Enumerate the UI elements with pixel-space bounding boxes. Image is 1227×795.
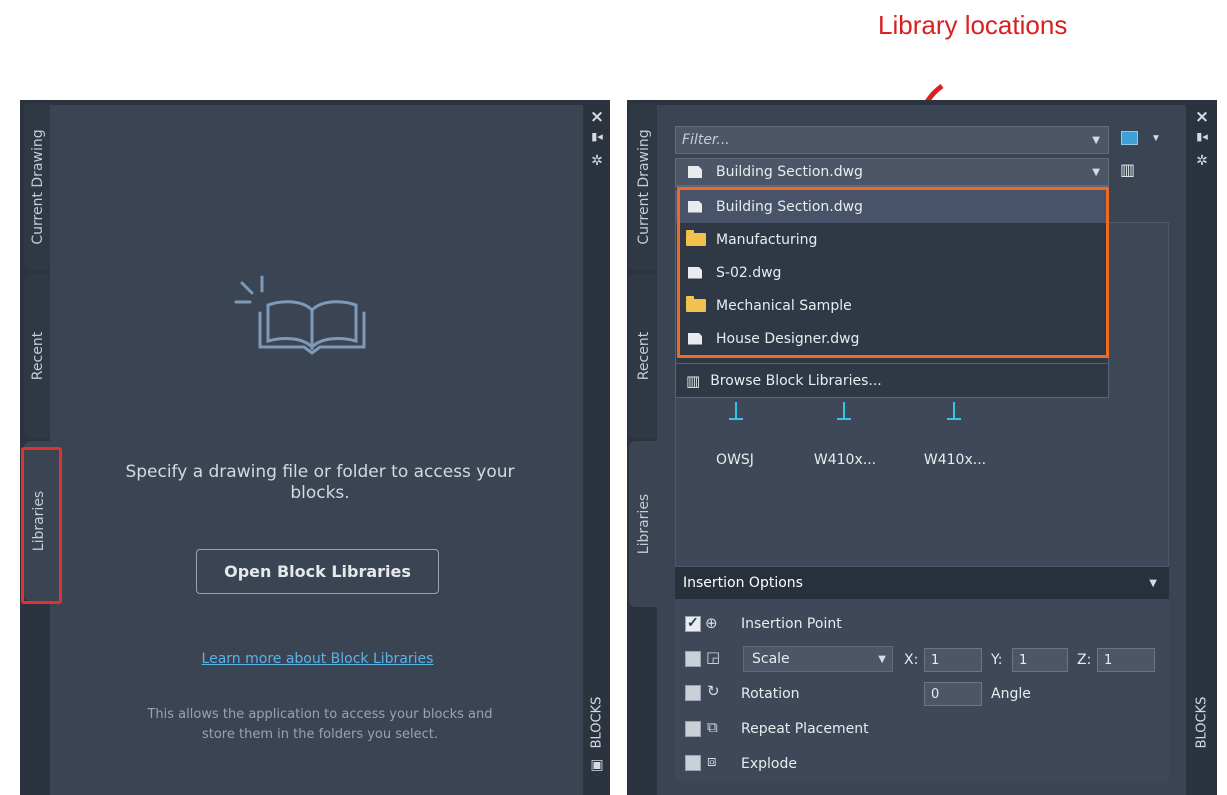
callout-label: Library locations: [878, 10, 1068, 40]
scale-icon: ◲: [706, 648, 721, 666]
view-thumbnail-icon[interactable]: [1121, 131, 1138, 145]
browse-libraries-icon[interactable]: ▥: [1120, 160, 1135, 179]
learn-more-link[interactable]: Learn more about Block Libraries: [150, 651, 485, 667]
block-preview-icon: [729, 402, 743, 420]
empty-state-message: Specify a drawing file or folder to acce…: [125, 462, 515, 503]
repeat-placement-checkbox[interactable]: [685, 721, 701, 737]
scale-select[interactable]: Scale ▼: [743, 646, 893, 672]
angle-label: Angle: [991, 686, 1031, 702]
insertion-point-checkbox[interactable]: [685, 614, 701, 632]
browse-libraries-icon: ▥: [686, 371, 701, 390]
insertion-point-label: Insertion Point: [741, 616, 842, 632]
explode-checkbox[interactable]: [685, 755, 701, 771]
close-icon[interactable]: ×: [1192, 107, 1212, 127]
rotation-icon: ↻: [707, 682, 720, 700]
rotation-label: Rotation: [741, 686, 800, 702]
open-block-libraries-button[interactable]: Open Block Libraries: [196, 549, 439, 594]
chevron-down-icon: ▼: [1092, 167, 1100, 178]
block-label[interactable]: W410x...: [915, 452, 995, 468]
libraries-tab-highlight: [21, 447, 62, 604]
view-options-chevron-icon[interactable]: ▼: [1151, 133, 1161, 144]
y-input[interactable]: 1: [1012, 648, 1068, 672]
insertion-point-icon: ⊕: [705, 614, 718, 632]
properties-gear-icon[interactable]: ✲: [587, 153, 607, 169]
palette-title: BLOCKS: [589, 696, 605, 749]
insertion-options-header[interactable]: Insertion Options ▼: [675, 567, 1169, 599]
tab-current-drawing-right[interactable]: Current Drawing: [629, 103, 658, 271]
tab-libraries-right[interactable]: Libraries: [629, 441, 659, 607]
x-input[interactable]: 1: [924, 648, 982, 672]
autohide-icon[interactable]: ▮◂: [1192, 130, 1212, 143]
browse-block-libraries-item[interactable]: ▥ Browse Block Libraries...: [676, 363, 1108, 397]
scale-checkbox[interactable]: [685, 651, 701, 667]
open-book-icon: [234, 275, 366, 355]
filter-placeholder: Filter...: [682, 132, 730, 148]
browse-label: Browse Block Libraries...: [710, 372, 882, 389]
tab-recent-right[interactable]: Recent: [629, 273, 658, 439]
rotation-input[interactable]: 0: [924, 682, 982, 706]
library-selected-label: Building Section.dwg: [716, 164, 863, 180]
left-palette-content: [50, 105, 583, 795]
document-icon: [688, 166, 702, 178]
close-icon[interactable]: ×: [587, 107, 607, 127]
properties-gear-icon[interactable]: ✲: [1192, 153, 1212, 169]
tab-libraries-right-label: Libraries: [636, 493, 652, 555]
blocks-palette-icon: ▣: [590, 757, 604, 773]
library-locations-highlight: [677, 187, 1109, 358]
filter-input[interactable]: Filter... ▼: [675, 126, 1109, 154]
explode-icon: ⧈: [707, 752, 717, 770]
tab-recent[interactable]: Recent: [24, 273, 51, 439]
tab-current-drawing[interactable]: Current Drawing: [24, 103, 51, 271]
palette-title: BLOCKS: [1194, 696, 1210, 749]
chevron-down-icon: ▼: [1092, 135, 1100, 146]
block-preview-icon: [837, 402, 851, 420]
tab-recent-label: Recent: [29, 331, 46, 381]
explode-label: Explode: [741, 756, 797, 772]
insertion-options-title: Insertion Options: [683, 575, 803, 591]
repeat-placement-icon: ⧉: [707, 718, 718, 736]
permission-note: This allows the application to access yo…: [147, 707, 493, 742]
scale-select-value: Scale: [752, 651, 790, 667]
block-label[interactable]: W410x...: [805, 452, 885, 468]
tab-current-drawing-label: Current Drawing: [29, 129, 46, 245]
z-label: Z:: [1077, 652, 1092, 668]
rotation-checkbox[interactable]: [685, 685, 701, 701]
right-palette-titlebar: × ▮◂ ✲ BLOCKS: [1186, 105, 1217, 795]
y-label: Y:: [991, 652, 1003, 668]
chevron-down-icon: ▼: [1149, 578, 1157, 589]
block-preview-icon: [947, 402, 961, 420]
library-selector[interactable]: Building Section.dwg ▼: [675, 158, 1109, 186]
autohide-icon[interactable]: ▮◂: [587, 130, 607, 143]
left-palette-titlebar: × ▮◂ ✲ BLOCKS ▣: [583, 105, 610, 795]
tab-recent-right-label: Recent: [635, 331, 652, 381]
x-label: X:: [904, 652, 919, 668]
repeat-placement-label: Repeat Placement: [741, 721, 869, 737]
block-label[interactable]: OWSJ: [700, 452, 770, 468]
tab-current-drawing-right-label: Current Drawing: [635, 129, 652, 245]
z-input[interactable]: 1: [1097, 648, 1155, 672]
chevron-down-icon: ▼: [878, 654, 886, 665]
